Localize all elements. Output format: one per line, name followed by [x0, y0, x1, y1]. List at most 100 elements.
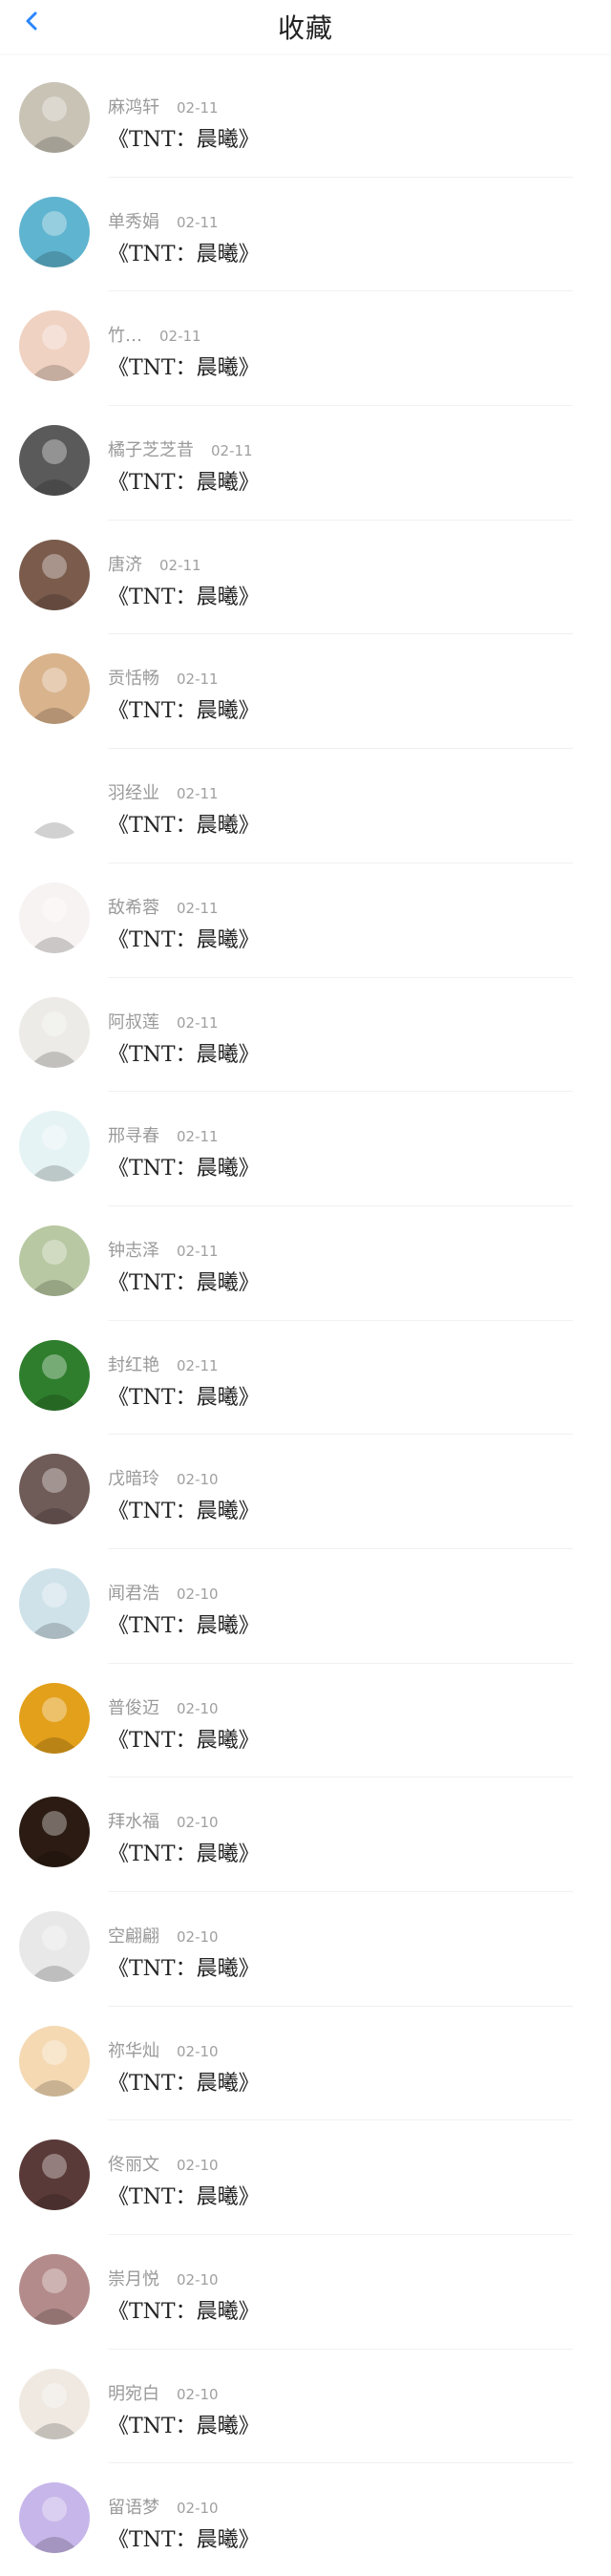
- favorite-content[interactable]: 《TNT：晨曦》: [108, 580, 260, 610]
- avatar[interactable]: [19, 653, 90, 725]
- avatar[interactable]: [19, 310, 90, 382]
- sender-name: 戊暗玲 02-10: [108, 1465, 219, 1490]
- favorite-content[interactable]: 《TNT：晨曦》: [108, 693, 260, 724]
- favorite-content[interactable]: 《TNT：晨曦》: [108, 923, 260, 953]
- favorite-content[interactable]: 《TNT：晨曦》: [108, 1380, 260, 1411]
- list-item[interactable]: 竹… 02-11 《TNT：晨曦》: [0, 291, 611, 407]
- sender-name: 明宛白 02-10: [108, 2380, 219, 2405]
- avatar[interactable]: [19, 996, 90, 1068]
- dog-icon: [29, 439, 80, 497]
- penguin-icon: [29, 782, 80, 840]
- list-item[interactable]: 留语梦 02-10 《TNT：晨曦》: [0, 2463, 611, 2576]
- favorite-content[interactable]: 《TNT：晨曦》: [108, 351, 260, 381]
- avatar[interactable]: [19, 2140, 90, 2211]
- list-item[interactable]: 闻君浩 02-10 《TNT：晨曦》: [0, 1549, 611, 1664]
- sender-name-text: 竹…: [108, 326, 142, 347]
- portrait-icon: [29, 1582, 80, 1639]
- favorite-content[interactable]: 《TNT：晨曦》: [108, 465, 260, 496]
- list-item[interactable]: 明宛白 02-10 《TNT：晨曦》: [0, 2350, 611, 2464]
- favorite-date: 02-11: [211, 442, 253, 460]
- avatar[interactable]: [19, 1567, 90, 1639]
- sender-name: 竹… 02-11: [108, 322, 201, 347]
- list-item[interactable]: 橘子芝芝昔 02-11 《TNT：晨曦》: [0, 406, 611, 521]
- favorite-content[interactable]: 《TNT：晨曦》: [108, 2294, 260, 2325]
- avatar[interactable]: [19, 2368, 90, 2439]
- favorite-date: 02-10: [177, 1814, 219, 1832]
- avatar[interactable]: [19, 1911, 90, 1982]
- favorite-date: 02-10: [177, 2042, 219, 2060]
- list-item[interactable]: 祢华灿 02-10 《TNT：晨曦》: [0, 2007, 611, 2121]
- favorite-date: 02-11: [177, 671, 219, 689]
- favorite-date: 02-11: [159, 556, 201, 574]
- favorite-content[interactable]: 《TNT：晨曦》: [108, 2409, 260, 2439]
- favorite-date: 02-11: [177, 99, 219, 117]
- favorite-content[interactable]: 《TNT：晨曦》: [108, 2066, 260, 2097]
- list-item[interactable]: 封红艳 02-11 《TNT：晨曦》: [0, 1321, 611, 1436]
- avatar[interactable]: [19, 539, 90, 610]
- avatar[interactable]: [19, 1111, 90, 1182]
- favorites-list: 麻鸿轩 02-11 《TNT：晨曦》 单秀娟 02-11 《TNT：晨曦》 竹… 02-11 《…: [0, 53, 611, 2576]
- list-item[interactable]: 空翩翩 02-10 《TNT：晨曦》: [0, 1892, 611, 2007]
- list-item[interactable]: 麻鸿轩 02-11 《TNT：晨曦》: [0, 63, 611, 178]
- favorite-content[interactable]: 《TNT：晨曦》: [108, 1151, 260, 1182]
- favorite-date: 02-10: [177, 1928, 219, 1946]
- favorite-content[interactable]: 《TNT：晨曦》: [108, 1608, 260, 1639]
- avatar[interactable]: [19, 1224, 90, 1296]
- list-item[interactable]: 崇月悦 02-10 《TNT：晨曦》: [0, 2235, 611, 2350]
- list-item[interactable]: 戊暗玲 02-10 《TNT：晨曦》: [0, 1435, 611, 1549]
- avatar[interactable]: [19, 425, 90, 497]
- favorite-date: 02-11: [177, 1128, 219, 1146]
- favorite-content[interactable]: 《TNT：晨曦》: [108, 2180, 260, 2210]
- sender-name: 橘子芝芝昔 02-11: [108, 436, 253, 461]
- cartoon-face-icon: [29, 2039, 80, 2097]
- favorite-date: 02-10: [177, 1699, 219, 1717]
- favorite-content[interactable]: 《TNT：晨曦》: [108, 1266, 260, 1296]
- avatar[interactable]: [19, 2482, 90, 2554]
- avatar[interactable]: [19, 1797, 90, 1868]
- list-item[interactable]: 钟志泽 02-11 《TNT：晨曦》: [0, 1206, 611, 1321]
- top-bar: 收藏: [0, 0, 611, 53]
- sender-name-text: 普俊迈: [108, 1697, 159, 1718]
- sender-name-text: 橘子芝芝昔: [108, 440, 194, 461]
- favorite-content[interactable]: 《TNT：晨曦》: [108, 1723, 260, 1754]
- favorite-date: 02-11: [177, 899, 219, 917]
- favorite-content[interactable]: 《TNT：晨曦》: [108, 808, 260, 839]
- avatar[interactable]: [19, 882, 90, 953]
- favorite-content[interactable]: 《TNT：晨曦》: [108, 1037, 260, 1068]
- sender-name: 羽经业 02-11: [108, 779, 219, 804]
- group-photo-icon: [29, 553, 80, 610]
- avatar[interactable]: [19, 2254, 90, 2326]
- sender-name: 佟丽文 02-10: [108, 2151, 219, 2176]
- list-item[interactable]: 贡恬畅 02-11 《TNT：晨曦》: [0, 634, 611, 750]
- sender-name: 单秀娟 02-11: [108, 208, 219, 233]
- avatar[interactable]: [19, 82, 90, 153]
- favorite-content[interactable]: 《TNT：晨曦》: [108, 2523, 260, 2553]
- page-title: 收藏: [277, 12, 333, 44]
- avatar[interactable]: [19, 196, 90, 267]
- sender-name-text: 敌希蓉: [108, 897, 159, 918]
- list-item[interactable]: 单秀娟 02-11 《TNT：晨曦》: [0, 178, 611, 292]
- favorite-date: 02-11: [159, 328, 201, 346]
- favorite-content[interactable]: 《TNT：晨曦》: [108, 237, 260, 267]
- portrait-icon: [29, 668, 80, 725]
- sender-name: 敌希蓉 02-11: [108, 894, 219, 919]
- avatar[interactable]: [19, 1339, 90, 1411]
- sender-name: 邢寻春 02-11: [108, 1122, 219, 1147]
- avatar[interactable]: [19, 1682, 90, 1754]
- sender-name: 空翩翩 02-10: [108, 1923, 219, 1948]
- list-item[interactable]: 普俊迈 02-10 《TNT：晨曦》: [0, 1664, 611, 1778]
- avatar[interactable]: [19, 768, 90, 840]
- list-item[interactable]: 唐济 02-11 《TNT：晨曦》: [0, 521, 611, 635]
- list-item[interactable]: 羽经业 02-11 《TNT：晨曦》: [0, 749, 611, 863]
- favorite-content[interactable]: 《TNT：晨曦》: [108, 1837, 260, 1867]
- favorite-content[interactable]: 《TNT：晨曦》: [108, 1494, 260, 1524]
- list-item[interactable]: 邢寻春 02-11 《TNT：晨曦》: [0, 1092, 611, 1206]
- list-item[interactable]: 阿叔莲 02-11 《TNT：晨曦》: [0, 978, 611, 1093]
- favorite-content[interactable]: 《TNT：晨曦》: [108, 122, 260, 153]
- avatar[interactable]: [19, 1454, 90, 1525]
- list-item[interactable]: 佟丽文 02-10 《TNT：晨曦》: [0, 2120, 611, 2236]
- favorite-content[interactable]: 《TNT：晨曦》: [108, 1951, 260, 1982]
- list-item[interactable]: 拜水福 02-10 《TNT：晨曦》: [0, 1778, 611, 1892]
- list-item[interactable]: 敌希蓉 02-11 《TNT：晨曦》: [0, 863, 611, 978]
- avatar[interactable]: [19, 2025, 90, 2097]
